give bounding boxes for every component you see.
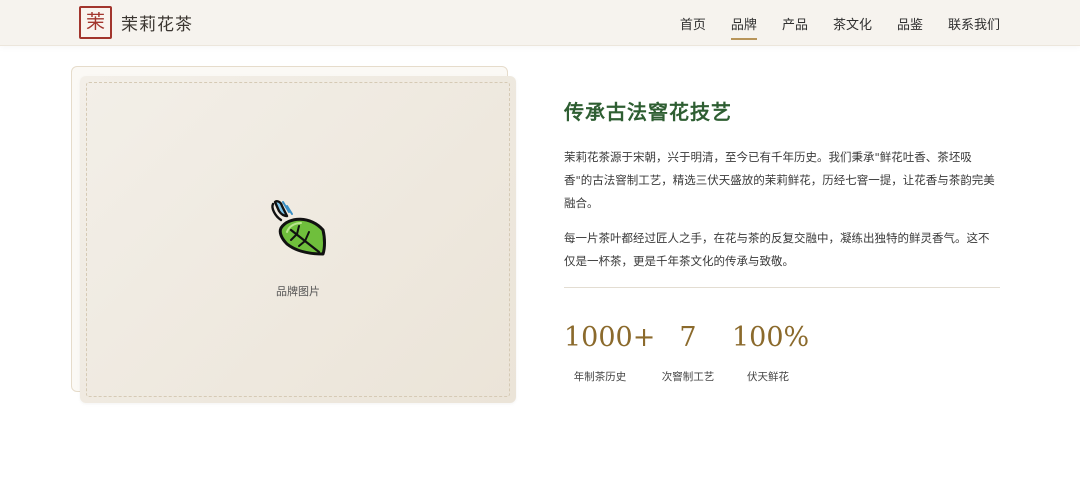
stat-scenting: 7 次窨制工艺 (652, 320, 724, 384)
stat-value: 100% (732, 322, 810, 353)
section-title: 传承古法窨花技艺 (564, 100, 732, 124)
stat-label: 年制茶历史 (573, 371, 627, 383)
stat-label: 伏天鲜花 (747, 371, 789, 383)
nav-item-tea-culture[interactable]: 茶文化 (833, 10, 872, 37)
stat-value: 7 (679, 322, 697, 353)
brand-logo[interactable]: 茉 茉莉花茶 (79, 6, 193, 39)
story-paragraph: 茉莉花茶源于宋朝，兴于明清，至今已有千年历史。我们秉承"鲜花吐香、茶坯吸香"的古… (564, 150, 995, 210)
divider (564, 287, 1000, 288)
nav-item-tasting[interactable]: 品鉴 (897, 10, 923, 37)
image-caption: 品牌图片 (276, 285, 320, 298)
site-header: 茉 茉莉花茶 首页 品牌 产品 茶文化 品鉴 联系我们 (0, 0, 1080, 46)
stat-label: 次窨制工艺 (661, 371, 715, 383)
stat-value: 1000+ (564, 322, 656, 353)
stats-row: 1000+ 年制茶历史 7 次窨制工艺 100% 伏天鲜花 (564, 320, 810, 384)
nav-item-home[interactable]: 首页 (680, 10, 706, 37)
nav-item-products[interactable]: 产品 (782, 10, 808, 37)
main-nav: 首页 品牌 产品 茶文化 品鉴 联系我们 (655, 0, 1000, 46)
brand-name: 茉莉花茶 (121, 15, 193, 35)
leaf-icon (271, 200, 326, 256)
stat-history: 1000+ 年制茶历史 (564, 320, 656, 384)
seal-icon: 茉 (79, 6, 112, 39)
story-paragraph: 每一片茶叶都经过匠人之手，在花与茶的反复交融中，凝练出独特的鲜灵香气。这不仅是一… (564, 231, 990, 268)
brand-story: 传承古法窨花技艺 茉莉花茶源于宋朝，兴于明清，至今已有千年历史。我们秉承"鲜花吐… (564, 96, 1000, 273)
nav-item-contact[interactable]: 联系我们 (948, 10, 1000, 37)
nav-item-brand[interactable]: 品牌 (730, 10, 757, 40)
stat-flowers: 100% 伏天鲜花 (732, 320, 810, 384)
brand-image-card: 品牌图片 (80, 76, 516, 403)
